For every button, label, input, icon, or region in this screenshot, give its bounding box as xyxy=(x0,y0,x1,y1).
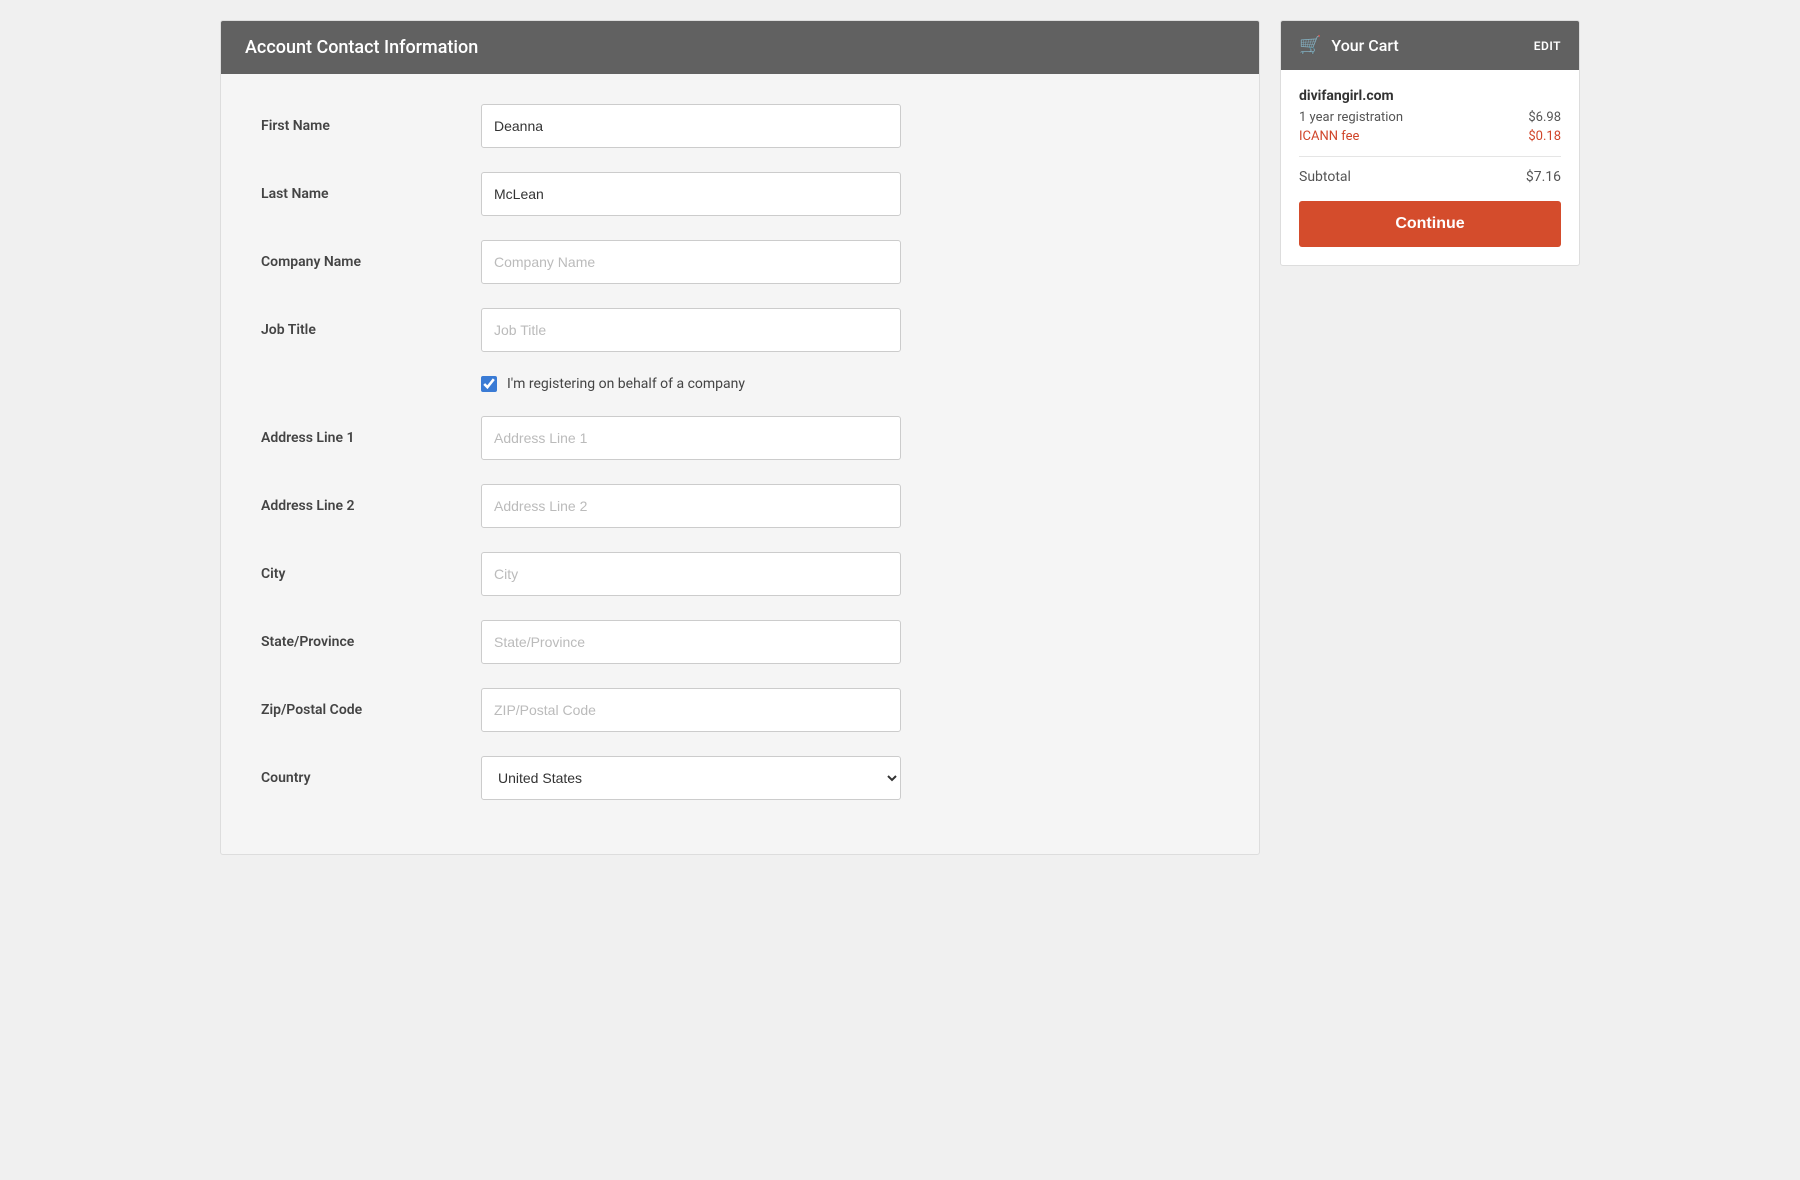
city-input[interactable] xyxy=(481,552,901,596)
country-select[interactable]: United States Canada United Kingdom Aust… xyxy=(481,756,901,800)
country-row: Country United States Canada United King… xyxy=(261,756,1219,800)
zip-postal-row: Zip/Postal Code xyxy=(261,688,1219,732)
cart-header: 🛒 Your Cart EDIT xyxy=(1281,21,1579,70)
city-label: City xyxy=(261,566,481,582)
cart-icann-price: $0.18 xyxy=(1528,129,1561,144)
state-province-input[interactable] xyxy=(481,620,901,664)
company-name-input[interactable] xyxy=(481,240,901,284)
cart-icann-row: ICANN fee $0.18 xyxy=(1299,129,1561,144)
address-line-2-row: Address Line 2 xyxy=(261,484,1219,528)
last-name-label: Last Name xyxy=(261,186,481,202)
company-name-row: Company Name xyxy=(261,240,1219,284)
first-name-label: First Name xyxy=(261,118,481,134)
job-title-input[interactable] xyxy=(481,308,901,352)
country-label: Country xyxy=(261,770,481,786)
panel-header: Account Contact Information xyxy=(221,21,1259,74)
continue-button[interactable]: Continue xyxy=(1299,201,1561,247)
state-province-row: State/Province xyxy=(261,620,1219,664)
main-panel: Account Contact Information First Name L… xyxy=(220,20,1260,855)
cart-title: Your Cart xyxy=(1331,36,1398,55)
address-line-2-label: Address Line 2 xyxy=(261,498,481,514)
company-name-label: Company Name xyxy=(261,254,481,270)
cart-icann-label: ICANN fee xyxy=(1299,129,1359,144)
cart-registration-label: 1 year registration xyxy=(1299,110,1403,125)
first-name-row: First Name xyxy=(261,104,1219,148)
cart-edit-button[interactable]: EDIT xyxy=(1534,39,1561,53)
cart-box: 🛒 Your Cart EDIT divifangirl.com 1 year … xyxy=(1280,20,1580,266)
cart-divider xyxy=(1299,156,1561,157)
cart-subtotal-label: Subtotal xyxy=(1299,169,1351,185)
state-province-label: State/Province xyxy=(261,634,481,650)
page-wrapper: Account Contact Information First Name L… xyxy=(220,20,1580,855)
address-line-1-input[interactable] xyxy=(481,416,901,460)
panel-title: Account Contact Information xyxy=(245,37,478,58)
address-line-1-row: Address Line 1 xyxy=(261,416,1219,460)
last-name-row: Last Name xyxy=(261,172,1219,216)
zip-postal-input[interactable] xyxy=(481,688,901,732)
cart-domain: divifangirl.com xyxy=(1299,88,1561,104)
cart-body: divifangirl.com 1 year registration $6.9… xyxy=(1281,70,1579,265)
form-body: First Name Last Name Company Name Job Ti… xyxy=(221,74,1259,854)
company-checkbox-label: I'm registering on behalf of a company xyxy=(507,376,745,392)
address-line-1-label: Address Line 1 xyxy=(261,430,481,446)
job-title-row: Job Title xyxy=(261,308,1219,352)
first-name-input[interactable] xyxy=(481,104,901,148)
cart-registration-price: $6.98 xyxy=(1528,110,1561,125)
cart-subtotal-row: Subtotal $7.16 xyxy=(1299,169,1561,185)
last-name-input[interactable] xyxy=(481,172,901,216)
zip-postal-label: Zip/Postal Code xyxy=(261,702,481,718)
city-row: City xyxy=(261,552,1219,596)
company-checkbox-row: I'm registering on behalf of a company xyxy=(481,376,1219,392)
cart-header-left: 🛒 Your Cart xyxy=(1299,35,1399,56)
cart-registration-row: 1 year registration $6.98 xyxy=(1299,110,1561,125)
cart-icon: 🛒 xyxy=(1299,35,1321,56)
cart-subtotal-price: $7.16 xyxy=(1526,169,1561,185)
cart-panel: 🛒 Your Cart EDIT divifangirl.com 1 year … xyxy=(1280,20,1580,855)
job-title-label: Job Title xyxy=(261,322,481,338)
address-line-2-input[interactable] xyxy=(481,484,901,528)
company-checkbox[interactable] xyxy=(481,376,497,392)
